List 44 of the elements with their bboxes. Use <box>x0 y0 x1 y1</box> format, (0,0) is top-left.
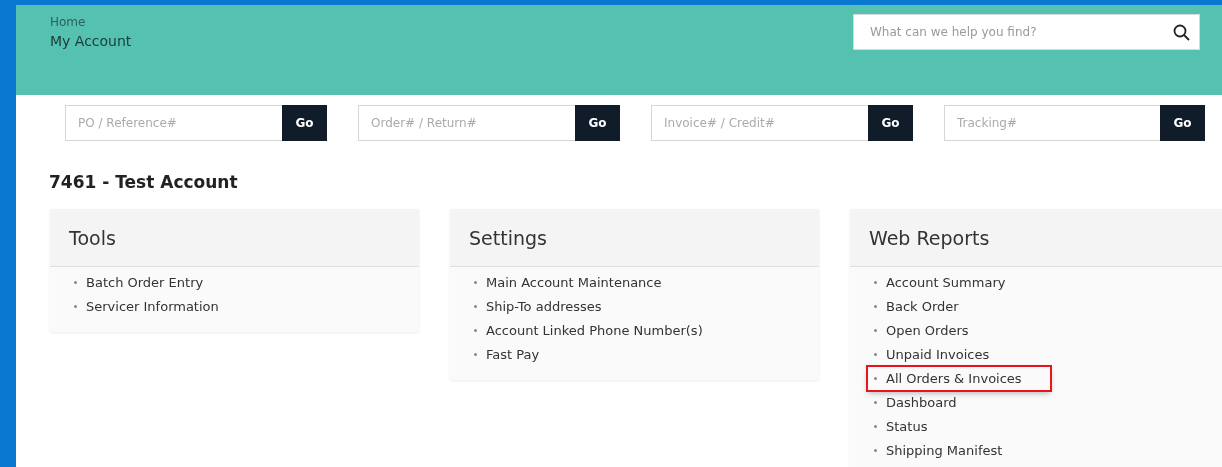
bullet-icon <box>74 304 77 308</box>
menu-link[interactable]: Servicer Information <box>86 295 225 317</box>
menu-link[interactable]: Open Orders <box>886 319 975 341</box>
menu-link[interactable]: Ship-To addresses <box>486 295 608 317</box>
bullet-icon <box>874 352 877 356</box>
lookup-field[interactable]: PO / Reference# <box>65 105 282 141</box>
card-title: Web Reports <box>850 209 1222 267</box>
bullet-icon <box>474 304 477 308</box>
menu-link[interactable]: Status <box>886 415 934 437</box>
search-field[interactable]: What can we help you find? <box>853 14 1200 50</box>
bullet-icon <box>474 352 477 356</box>
menu-link[interactable]: All Orders & Invoices <box>868 366 1050 390</box>
menu-link[interactable]: Back Order <box>886 295 965 317</box>
menu-link[interactable]: Batch Order Entry <box>86 271 210 293</box>
menu-link[interactable]: Shipping Manifest <box>886 439 1009 461</box>
account-title: 7461 - Test Account <box>49 172 239 192</box>
card-title: Settings <box>450 209 819 267</box>
search-icon[interactable] <box>1173 24 1190 41</box>
bullet-icon <box>874 448 877 452</box>
menu-link[interactable]: Unpaid Invoices <box>886 343 996 365</box>
bullet-icon <box>74 280 77 284</box>
bullet-icon <box>874 304 877 308</box>
menu-link[interactable]: Dashboard <box>886 391 963 413</box>
bullet-icon <box>474 280 477 284</box>
go-button[interactable]: Go <box>1160 105 1205 141</box>
bullet-icon <box>874 424 877 428</box>
bullet-icon <box>874 400 877 404</box>
bullet-icon <box>474 328 477 332</box>
card-title: Tools <box>50 209 419 267</box>
bullet-icon <box>874 280 877 284</box>
lookup-field[interactable]: Invoice# / Credit# <box>651 105 868 141</box>
bullet-icon <box>874 328 877 332</box>
go-button[interactable]: Go <box>868 105 913 141</box>
menu-link[interactable]: Fast Pay <box>486 343 546 365</box>
menu-link[interactable]: Main Account Maintenance <box>486 271 668 293</box>
bullet-icon <box>874 376 877 380</box>
lookup-field[interactable]: Tracking# <box>944 105 1160 141</box>
go-button[interactable]: Go <box>282 105 327 141</box>
menu-link[interactable]: Account Linked Phone Number(s) <box>486 319 709 341</box>
go-button[interactable]: Go <box>575 105 620 141</box>
menu-link[interactable]: Account Summary <box>886 271 1012 293</box>
breadcrumb-link[interactable]: Home <box>50 15 132 29</box>
breadcrumb-link[interactable]: My Account <box>50 33 132 49</box>
lookup-field[interactable]: Order# / Return# <box>358 105 575 141</box>
